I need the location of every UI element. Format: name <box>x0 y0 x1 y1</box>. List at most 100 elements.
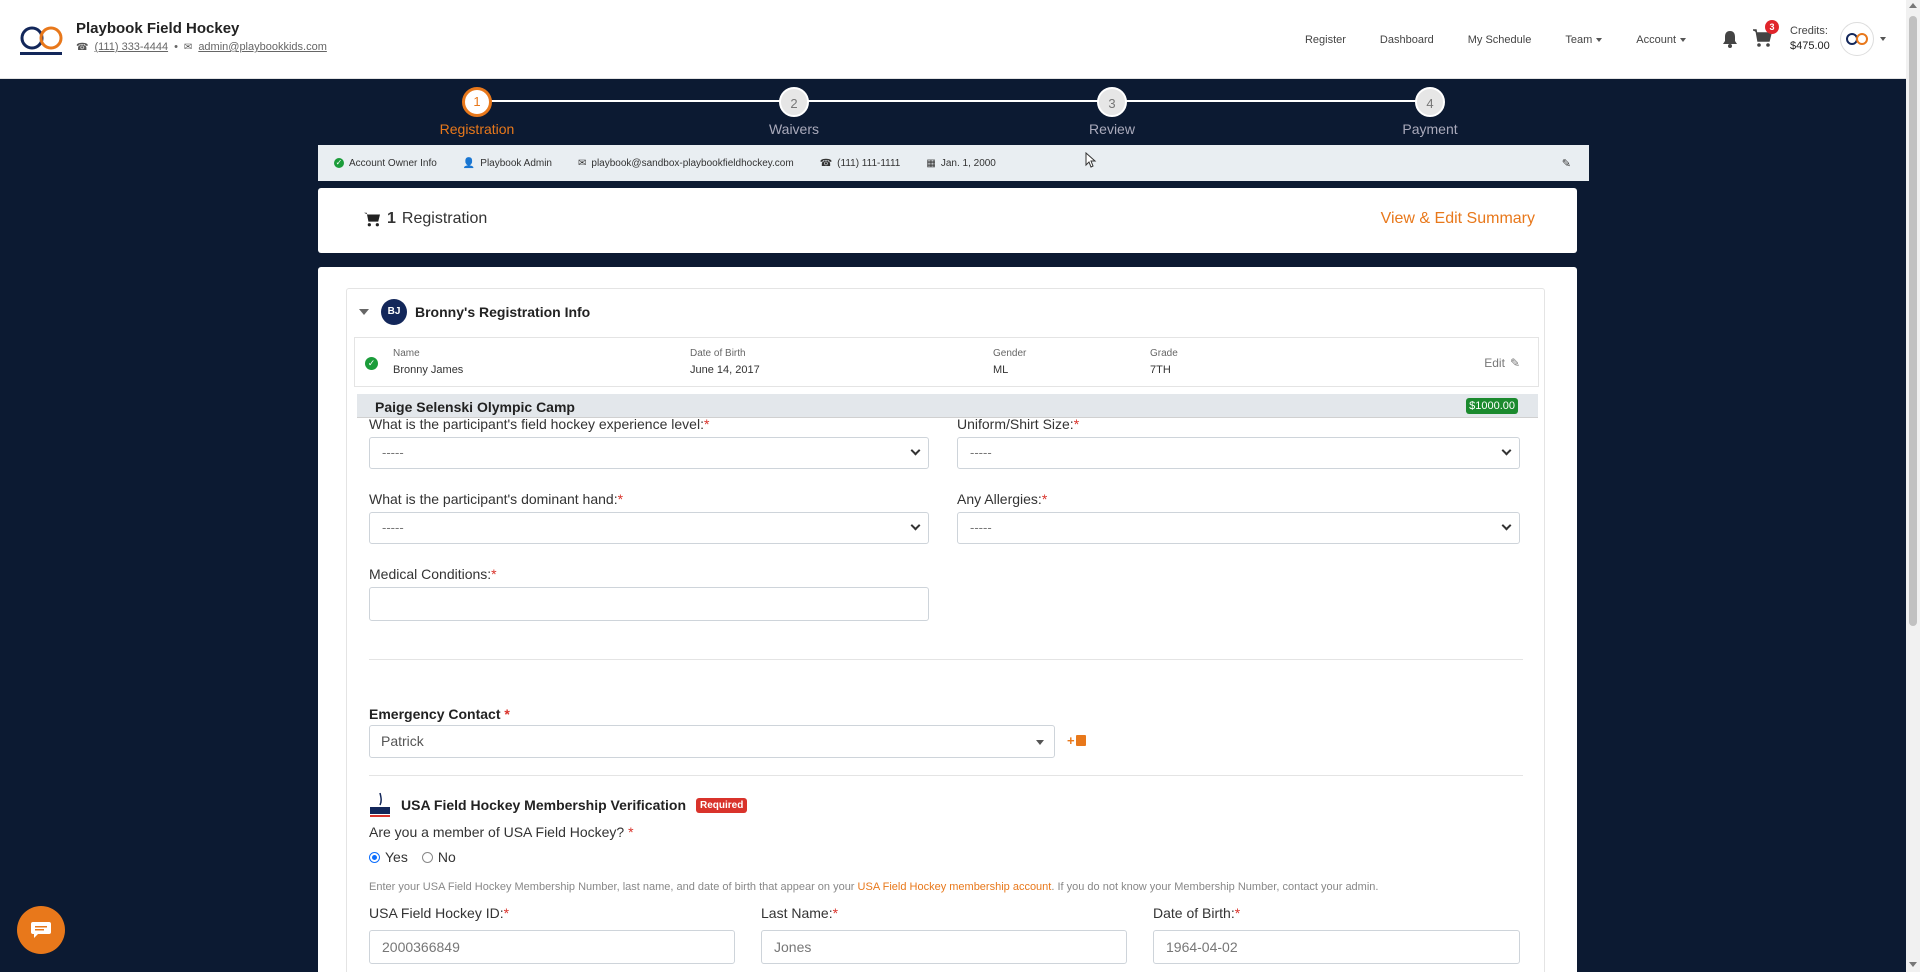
nav-register[interactable]: Register <box>1305 34 1346 46</box>
shirt-size-label-text: Uniform/Shirt Size: <box>957 416 1074 432</box>
chat-button[interactable] <box>17 906 65 954</box>
emergency-contact-label-text: Emergency Contact <box>369 706 501 722</box>
contact-card-icon <box>1075 735 1086 746</box>
check-icon: ✓ <box>365 357 378 370</box>
chevron-down-icon <box>910 520 921 531</box>
player-grade-value: 7TH <box>1150 364 1171 376</box>
step-number: 1 <box>462 87 492 117</box>
brand-logo[interactable] <box>18 18 64 60</box>
experience-select[interactable]: ----- <box>369 437 929 469</box>
usa-help-pre: Enter your USA Field Hockey Membership N… <box>369 881 855 893</box>
step-registration[interactable]: 1 Registration <box>417 87 537 137</box>
required-asterisk: * <box>1234 905 1241 921</box>
avatar-logo-icon <box>1846 33 1868 45</box>
owner-name: 👤 Playbook Admin <box>463 158 552 169</box>
usa-dob-label: Date of Birth:* <box>1153 905 1240 921</box>
view-edit-summary-link[interactable]: View & Edit Summary <box>1381 210 1535 228</box>
step-review[interactable]: 3 Review <box>1052 87 1172 137</box>
usa-membership-header: USA Field Hockey Membership Verification… <box>369 791 748 819</box>
email-link[interactable]: admin@playbookkids.com <box>198 41 327 53</box>
mouse-cursor-icon <box>1085 152 1097 168</box>
page-scrollbar[interactable] <box>1906 0 1920 972</box>
player-dob-value: June 14, 2017 <box>690 364 760 376</box>
emergency-contact-label: Emergency Contact * <box>369 706 510 722</box>
chevron-down-icon <box>1680 37 1686 42</box>
usa-membership-title: USA Field Hockey Membership Verification <box>401 797 687 813</box>
radio-yes-label: Yes <box>385 849 408 865</box>
nav-account-dropdown[interactable]: Account <box>1636 34 1686 46</box>
nav-my-schedule[interactable]: My Schedule <box>1468 34 1532 46</box>
camp-bar: Paige Selenski Olympic Camp $1000.00 <box>357 394 1538 418</box>
shirt-size-label: Uniform/Shirt Size:* <box>957 416 1079 432</box>
radio-yes[interactable]: Yes <box>369 849 408 865</box>
player-name: Name Bronny James <box>393 348 463 376</box>
medical-conditions-input[interactable] <box>369 587 929 621</box>
plus-icon: + <box>1067 733 1075 748</box>
phone-link[interactable]: (111) 333-4444 <box>94 41 168 53</box>
radio-no[interactable]: No <box>421 849 456 865</box>
usa-id-label: USA Field Hockey ID:* <box>369 905 509 921</box>
step-label: Review <box>1089 121 1135 137</box>
calendar-icon: ▦ <box>926 157 936 169</box>
scroll-down-arrow[interactable] <box>1909 962 1917 967</box>
experience-select-value: ----- <box>382 445 404 460</box>
edit-player-button[interactable]: Edit ✎ <box>1484 356 1520 370</box>
shirt-size-select[interactable]: ----- <box>957 437 1520 469</box>
registration-form-card: BJ Bronny's Registration Info ✓ Name Bro… <box>318 267 1577 972</box>
phone-icon: ☎ <box>76 41 89 53</box>
brand-contact: ☎ (111) 333-4444 • ✉ admin@playbookkids.… <box>76 41 327 53</box>
shirt-size-select-value: ----- <box>970 445 992 460</box>
scroll-thumb[interactable] <box>1909 16 1917 626</box>
last-name-label: Last Name:* <box>761 905 838 921</box>
envelope-icon: ✉ <box>578 157 587 169</box>
player-gender-label: Gender <box>993 348 1027 359</box>
usa-member-question-text: Are you a member of USA Field Hockey? <box>369 824 625 840</box>
registration-title: Bronny's Registration Info <box>415 304 591 320</box>
owner-phone: ☎ (111) 111-1111 <box>820 158 901 169</box>
usa-id-label-text: USA Field Hockey ID: <box>369 905 504 921</box>
required-asterisk: * <box>832 905 839 921</box>
usa-id-input[interactable]: 2000366849 <box>369 930 735 964</box>
pencil-icon[interactable]: ✎ <box>1562 157 1571 170</box>
usa-dob-input[interactable]: 1964-04-02 <box>1153 930 1520 964</box>
scroll-up-arrow[interactable] <box>1909 3 1917 8</box>
last-name-input[interactable]: Jones <box>761 930 1127 964</box>
allergies-select[interactable]: ----- <box>957 512 1520 544</box>
user-icon: 👤 <box>462 157 476 169</box>
brand-name[interactable]: Playbook Field Hockey <box>76 20 239 37</box>
phone-icon: ☎ <box>819 157 833 169</box>
required-asterisk: * <box>504 706 510 722</box>
usa-member-question: Are you a member of USA Field Hockey? * <box>369 824 634 840</box>
credits-label: Credits: <box>1790 25 1828 37</box>
player-gender: Gender ML <box>993 348 1026 376</box>
medical-conditions-label-text: Medical Conditions: <box>369 566 492 582</box>
step-payment[interactable]: 4 Payment <box>1370 87 1490 137</box>
nav-dashboard[interactable]: Dashboard <box>1380 34 1434 46</box>
medical-conditions-label: Medical Conditions:* <box>369 566 497 582</box>
radio-no-dot[interactable] <box>421 851 433 863</box>
dominant-hand-label: What is the participant's dominant hand:… <box>369 491 623 507</box>
step-waivers[interactable]: 2 Waivers <box>734 87 854 137</box>
experience-label-text: What is the participant's field hockey e… <box>369 416 704 432</box>
collapse-icon[interactable] <box>359 309 369 315</box>
usa-membership-account-link[interactable]: USA Field Hockey membership account <box>858 881 1052 893</box>
player-info-row: ✓ Name Bronny James Date of Birth June 1… <box>354 337 1539 387</box>
bell-icon[interactable] <box>1722 30 1738 48</box>
usa-dob-label-text: Date of Birth: <box>1153 905 1235 921</box>
summary-title: 1 Registration <box>363 210 487 228</box>
emergency-contact-select[interactable]: Patrick <box>369 725 1055 758</box>
player-name-value: Bronny James <box>393 364 464 376</box>
registration-info-panel: BJ Bronny's Registration Info ✓ Name Bro… <box>346 288 1545 972</box>
dominant-hand-select[interactable]: ----- <box>369 512 929 544</box>
required-asterisk: * <box>491 566 497 582</box>
registration-header[interactable]: BJ Bronny's Registration Info <box>359 299 590 325</box>
owner-name-value: Playbook Admin <box>480 157 552 169</box>
step-label: Payment <box>1402 121 1458 137</box>
chevron-down-icon[interactable] <box>1880 37 1886 41</box>
nav-team-dropdown[interactable]: Team <box>1565 34 1603 46</box>
account-avatar[interactable] <box>1840 22 1874 56</box>
divider <box>369 775 1523 776</box>
add-contact-button[interactable]: + <box>1067 733 1086 748</box>
radio-yes-dot[interactable] <box>369 851 380 863</box>
owner-email: ✉ playbook@sandbox-playbookfieldhockey.c… <box>578 158 794 169</box>
